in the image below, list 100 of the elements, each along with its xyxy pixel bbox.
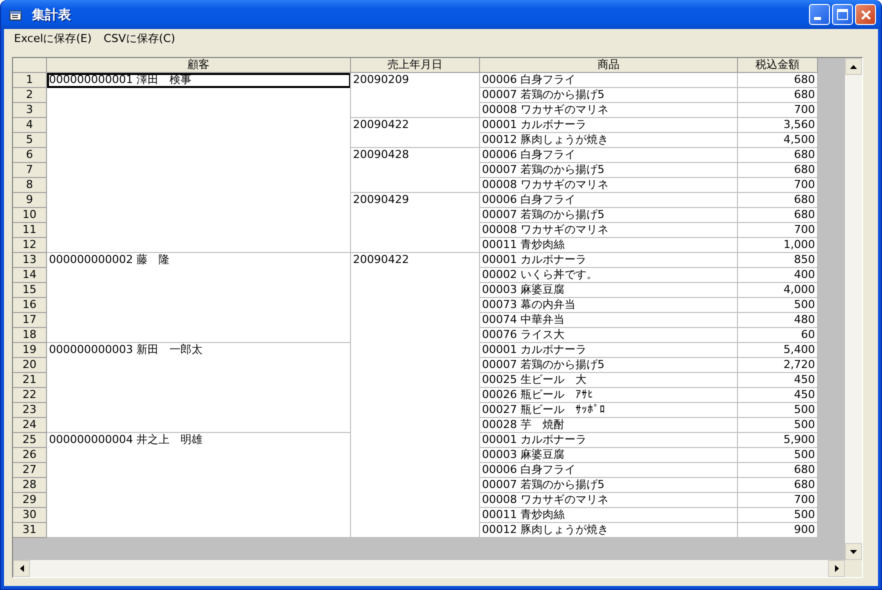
row-header: 28 (13, 478, 47, 493)
table-cell[interactable]: 000000000004 井之上 明雄 (47, 433, 351, 538)
table-cell: 500 (738, 448, 818, 463)
table-cell: 00027 瓶ビール ｻｯﾎﾟﾛ (480, 403, 738, 418)
table-cell[interactable]: 000000000002 藤 隆 (47, 253, 351, 343)
row-header: 11 (13, 223, 47, 238)
table-cell: 680 (738, 88, 818, 103)
table-cell: 00074 中華弁当 (480, 313, 738, 328)
up-arrow-icon (850, 64, 857, 68)
table-cell: 00003 麻婆豆腐 (480, 283, 738, 298)
table-cell: 00025 生ビール 大 (480, 373, 738, 388)
vertical-scrollbar[interactable] (845, 58, 862, 560)
table-cell: 00008 ワカサギのマリネ (480, 223, 738, 238)
row-header: 4 (13, 118, 47, 133)
row-header: 29 (13, 493, 47, 508)
table-cell: 00001 カルボナーラ (480, 253, 738, 268)
left-arrow-icon (20, 565, 24, 572)
horizontal-scrollbar[interactable] (13, 560, 845, 577)
row-header: 25 (13, 433, 47, 448)
row-header: 19 (13, 343, 47, 358)
column-header[interactable]: 税込金額 (738, 58, 818, 73)
table-cell: 500 (738, 298, 818, 313)
table-cell: 680 (738, 193, 818, 208)
table-cell: 500 (738, 403, 818, 418)
scroll-down-button[interactable] (845, 543, 862, 560)
close-icon (860, 10, 870, 20)
table-cell: 00006 白身フライ (480, 73, 738, 88)
table-cell: 00006 白身フライ (480, 463, 738, 478)
table-cell: 1,000 (738, 238, 818, 253)
table-cell: 00007 若鶏のから揚げ5 (480, 208, 738, 223)
row-header: 22 (13, 388, 47, 403)
table-cell: 850 (738, 253, 818, 268)
table-cell: 00073 幕の内弁当 (480, 298, 738, 313)
table-cell: 00028 芋 焼酎 (480, 418, 738, 433)
table-cell: 2,720 (738, 358, 818, 373)
table-cell: 680 (738, 463, 818, 478)
column-header[interactable]: 商品 (480, 58, 738, 73)
table-cell: 00001 カルボナーラ (480, 118, 738, 133)
row-header: 8 (13, 178, 47, 193)
table-cell: 5,900 (738, 433, 818, 448)
table-cell: 400 (738, 268, 818, 283)
table-cell: 20090422 (351, 253, 480, 538)
table-cell: 700 (738, 493, 818, 508)
row-header: 17 (13, 313, 47, 328)
row-header: 31 (13, 523, 47, 538)
table-cell: 00007 若鶏のから揚げ5 (480, 163, 738, 178)
table-cell: 450 (738, 373, 818, 388)
table-cell: 680 (738, 208, 818, 223)
row-header: 26 (13, 448, 47, 463)
table-cell: 00008 ワカサギのマリネ (480, 103, 738, 118)
row-header: 18 (13, 328, 47, 343)
scroll-right-button[interactable] (828, 560, 845, 577)
table-cell: 00026 瓶ビール ｱｻﾋ (480, 388, 738, 403)
table-cell: 5,400 (738, 343, 818, 358)
menu-item[interactable]: CSVに保存(C) (98, 29, 182, 48)
table-cell: 500 (738, 418, 818, 433)
minimize-button[interactable] (809, 4, 830, 25)
row-header: 27 (13, 463, 47, 478)
row-header: 30 (13, 508, 47, 523)
table-cell: 4,000 (738, 283, 818, 298)
table-cell: 3,560 (738, 118, 818, 133)
table-cell[interactable]: 000000000003 新田 一郎太 (47, 343, 351, 433)
table-cell: 00007 若鶏のから揚げ5 (480, 88, 738, 103)
menu-item[interactable]: Excelに保存(E) (8, 29, 98, 48)
table-cell: 00011 青炒肉絲 (480, 238, 738, 253)
table-cell: 20090429 (351, 193, 480, 253)
table-cell: 00002 いくら丼です。 (480, 268, 738, 283)
row-header: 16 (13, 298, 47, 313)
row-header: 21 (13, 373, 47, 388)
table-cell: 00006 白身フライ (480, 193, 738, 208)
row-header: 20 (13, 358, 47, 373)
row-header: 5 (13, 133, 47, 148)
header-corner (13, 58, 47, 73)
row-header: 23 (13, 403, 47, 418)
row-header: 15 (13, 283, 47, 298)
row-header: 24 (13, 418, 47, 433)
table-cell: 680 (738, 478, 818, 493)
table-cell: 00007 若鶏のから揚げ5 (480, 358, 738, 373)
scroll-left-button[interactable] (13, 560, 30, 577)
row-header: 13 (13, 253, 47, 268)
scroll-up-button[interactable] (845, 58, 862, 75)
table-cell: 680 (738, 148, 818, 163)
table-cell: 450 (738, 388, 818, 403)
row-header: 10 (13, 208, 47, 223)
maximize-button[interactable] (832, 4, 853, 25)
table-cell: 680 (738, 163, 818, 178)
table-cell: 20090428 (351, 148, 480, 193)
column-header[interactable]: 売上年月日 (351, 58, 480, 73)
minimize-icon (814, 17, 821, 20)
maximize-icon (837, 9, 848, 20)
table-cell: 700 (738, 103, 818, 118)
table-cell: 00076 ライス大 (480, 328, 738, 343)
table-cell: 20090209 (351, 73, 480, 118)
table-cell: 700 (738, 223, 818, 238)
table-cell: 00001 カルボナーラ (480, 433, 738, 448)
column-header[interactable]: 顧客 (47, 58, 351, 73)
close-button[interactable] (855, 4, 876, 25)
table-cell: 00007 若鶏のから揚げ5 (480, 478, 738, 493)
table-cell: 480 (738, 313, 818, 328)
table-cell: 500 (738, 508, 818, 523)
